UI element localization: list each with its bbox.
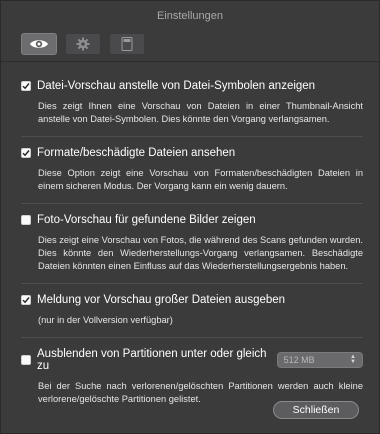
option-description: (nur in der Vollversion verfügbar) <box>38 315 173 325</box>
option-label[interactable]: Ausblenden von Partitionen unter oder gl… <box>37 348 277 372</box>
checkmark-icon <box>22 83 30 90</box>
option-large-files: Meldung vor Vorschau großer Dateien ausg… <box>21 284 363 337</box>
stepper-arrows-icon: ▲ ▼ <box>350 354 356 365</box>
option-description: Dies zeigt Ihnen eine Vorschau von Datei… <box>38 101 363 124</box>
partition-size-value: 512 MB <box>283 355 315 365</box>
option-damaged-files: Formate/beschädigte Dateien ansehen Dies… <box>21 137 363 203</box>
window-title: Einstellungen <box>156 10 224 22</box>
eye-icon <box>30 40 48 48</box>
gear-icon <box>76 37 90 51</box>
settings-toolbar <box>1 31 379 62</box>
option-photo-preview: Foto-Vorschau für gefundene Bilder zeige… <box>21 204 363 283</box>
settings-window: Einstellungen Datei-Vorschau anstelle vo… <box>0 0 380 434</box>
dialog-footer: Schließen <box>1 401 379 419</box>
option-description: Diese Option zeigt eine Vorschau von For… <box>38 168 363 191</box>
option-label[interactable]: Foto-Vorschau für gefundene Bilder zeige… <box>37 214 256 226</box>
damaged-files-checkbox[interactable] <box>21 148 31 158</box>
checkmark-icon <box>22 150 30 157</box>
option-description: Dies zeigt eine Vorschau von Fotos, die … <box>38 235 363 271</box>
tab-preview[interactable] <box>21 33 57 55</box>
option-label[interactable]: Meldung vor Vorschau großer Dateien ausg… <box>37 294 285 306</box>
close-button[interactable]: Schließen <box>273 401 359 419</box>
photo-preview-checkbox[interactable] <box>21 215 31 225</box>
partition-size-select[interactable]: 512 MB ▲ ▼ <box>276 352 363 368</box>
hide-partitions-checkbox[interactable] <box>21 355 31 365</box>
drive-icon <box>121 37 133 51</box>
settings-content: Datei-Vorschau anstelle von Datei-Symbol… <box>1 62 379 416</box>
tab-drive[interactable] <box>109 33 145 55</box>
option-label[interactable]: Datei-Vorschau anstelle von Datei-Symbol… <box>37 80 315 92</box>
option-label[interactable]: Formate/beschädigte Dateien ansehen <box>37 147 235 159</box>
checkmark-icon <box>22 297 30 304</box>
large-files-checkbox[interactable] <box>21 295 31 305</box>
tab-settings[interactable] <box>65 33 101 55</box>
file-preview-checkbox[interactable] <box>21 81 31 91</box>
option-file-preview: Datei-Vorschau anstelle von Datei-Symbol… <box>21 70 363 136</box>
